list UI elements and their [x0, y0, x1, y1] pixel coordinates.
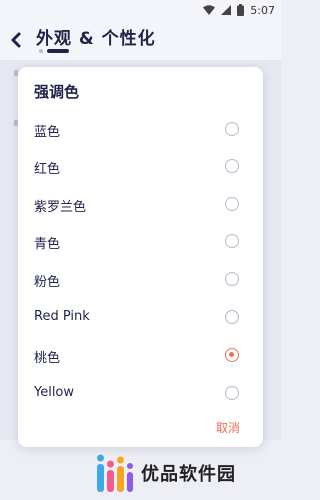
option-violet[interactable]: 紫罗兰色 — [18, 186, 263, 222]
option-label: 桃色 — [34, 351, 61, 366]
option-cyan[interactable]: 青色 — [18, 223, 263, 259]
battery-icon — [237, 4, 245, 16]
status-time: 5:07 — [250, 3, 275, 17]
option-label: 紫罗兰色 — [34, 200, 87, 215]
tab-indicator — [39, 49, 69, 53]
watermark-logo-icon — [97, 454, 133, 492]
radio-button[interactable] — [225, 234, 239, 248]
page-title: 外观 & 个性化 — [36, 29, 156, 49]
option-label: 粉色 — [34, 275, 61, 290]
dialog-title: 强调色 — [34, 83, 80, 101]
watermark-text: 优品软件园 — [141, 463, 236, 485]
option-red-pink[interactable]: Red Pink — [18, 299, 263, 335]
radio-button[interactable] — [225, 310, 239, 324]
option-label: Red Pink — [34, 309, 90, 324]
option-red[interactable]: 红色 — [18, 148, 263, 184]
option-peach[interactable]: 桃色 — [18, 337, 263, 373]
chevron-left-icon[interactable] — [8, 30, 24, 50]
option-label: 蓝色 — [34, 125, 61, 140]
option-blue[interactable]: 蓝色 — [18, 111, 263, 147]
cancel-button[interactable]: 取消 — [216, 419, 240, 436]
accent-color-dialog: 强调色 蓝色 红色 紫罗兰色 青色 粉色 Red Pink 桃色 Yellow … — [18, 67, 263, 447]
radio-button[interactable] — [225, 122, 239, 136]
radio-button[interactable] — [225, 159, 239, 173]
status-bar: 5:07 — [0, 0, 281, 20]
option-pink[interactable]: 粉色 — [18, 261, 263, 297]
option-label: 红色 — [34, 162, 61, 177]
radio-button-selected[interactable] — [225, 348, 239, 362]
radio-button[interactable] — [225, 197, 239, 211]
wifi-icon — [203, 5, 216, 15]
option-label: 青色 — [34, 237, 61, 252]
radio-button[interactable] — [225, 272, 239, 286]
radio-button[interactable] — [225, 386, 239, 400]
watermark: 优品软件园 — [95, 450, 236, 495]
app-bar: 外观 & 个性化 — [0, 20, 281, 60]
option-yellow[interactable]: Yellow — [18, 375, 263, 411]
signal-icon — [221, 5, 232, 15]
option-label: Yellow — [34, 385, 75, 400]
